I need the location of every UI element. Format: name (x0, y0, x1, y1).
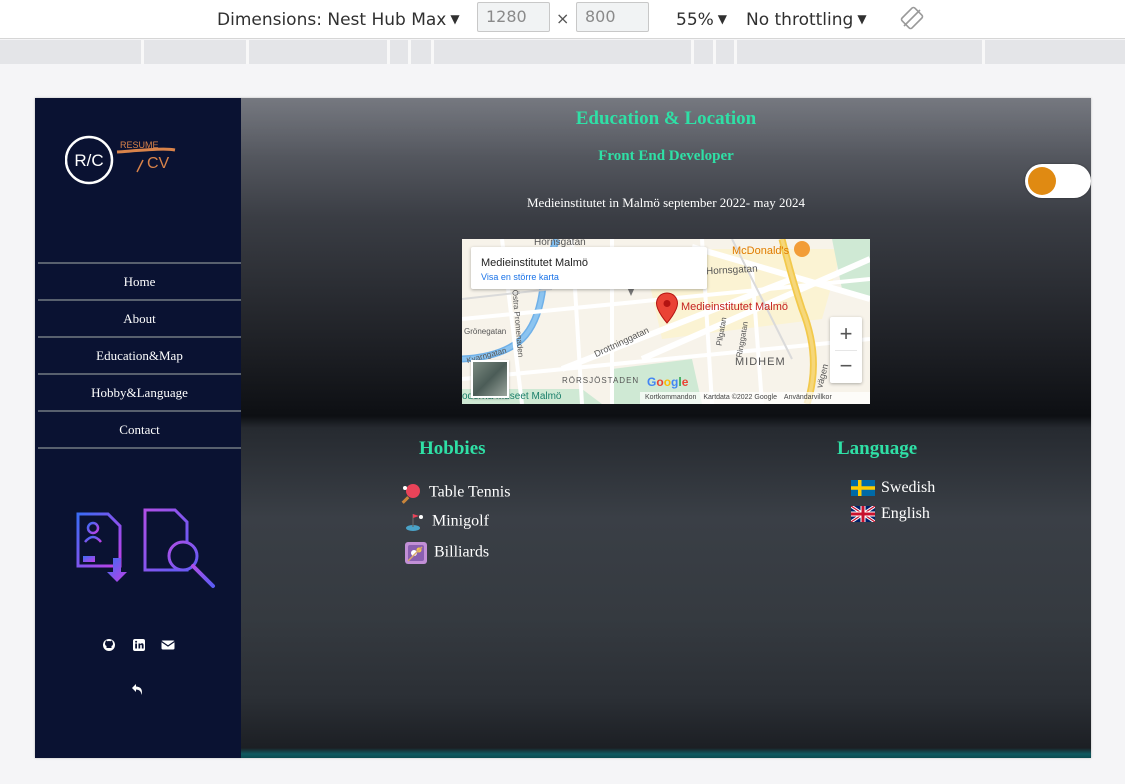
sweden-flag-icon (851, 480, 875, 497)
throttling-label: No throttling (746, 10, 854, 30)
map-data-credit: Kartdata ©2022 Google (703, 394, 777, 401)
language-label: Swedish (881, 479, 936, 496)
main-content: Education & Location Front End Developer… (241, 98, 1091, 758)
devtools-toolbar: Dimensions: Nest Hub Max ▼ 1280 × 800 55%… (0, 0, 1125, 39)
map-terms-link[interactable]: Användarvillkor (784, 394, 832, 401)
minigolf-icon (406, 514, 423, 531)
google-logo-icon: Google (647, 375, 689, 389)
hobby-item: Minigolf (404, 511, 489, 533)
section-title: Education & Location (575, 108, 757, 129)
hobby-label: Minigolf (432, 512, 489, 530)
map-keyboard-shortcuts[interactable]: Kortkommandon (645, 394, 696, 401)
satellite-toggle[interactable] (471, 360, 509, 398)
education-text: Medieinstitutet in Malmö september 2022-… (526, 195, 805, 210)
resume-illustration (76, 508, 215, 588)
table-tennis-icon (401, 484, 420, 504)
nav-about[interactable]: About (38, 299, 241, 336)
caret-down-icon: ▼ (450, 12, 460, 26)
times-sign: × (556, 9, 570, 28)
rotate-icon[interactable] (900, 6, 924, 30)
height-input[interactable]: 800 (576, 2, 649, 32)
svg-text:CV: CV (147, 155, 170, 172)
nav-hobby-language[interactable]: Hobby&Language (38, 373, 241, 410)
linkedin-icon[interactable] (131, 637, 147, 653)
job-title: Front End Developer (598, 148, 734, 164)
zoom-dropdown[interactable]: 55% ▼ (676, 8, 727, 31)
google-map[interactable]: Hornsgatan Hornsgatan McDonald's Grönega… (462, 239, 870, 404)
zoom-in-button[interactable]: + (830, 317, 862, 350)
map-pin-icon[interactable] (655, 292, 679, 324)
map-label-midhem: MIDHEM (735, 356, 786, 368)
github-icon[interactable] (101, 637, 117, 653)
width-input[interactable]: 1280 (477, 2, 550, 32)
media-query-ruler (0, 40, 1125, 64)
language-title: Language (837, 438, 918, 459)
uk-flag-icon (851, 506, 875, 523)
language-item: English (851, 505, 930, 523)
caret-down-icon: ▼ (717, 12, 728, 26)
nav-education-map[interactable]: Education&Map (38, 336, 241, 373)
map-label-gronegatan: Grönegatan (464, 327, 507, 336)
email-icon[interactable] (160, 637, 176, 653)
device-dimensions-dropdown[interactable]: Dimensions: Nest Hub Max ▼ (217, 8, 460, 31)
sidebar: R/C RESUME CV Home About Education&Map H… (35, 98, 241, 758)
nav-contact[interactable]: Contact (38, 410, 241, 449)
hobby-item: Billiards (404, 541, 489, 565)
map-zoom-controls: + − (830, 317, 862, 383)
back-arrow-icon[interactable] (130, 681, 146, 697)
billiards-icon (405, 542, 427, 564)
zoom-label: 55% (676, 10, 714, 30)
emulated-page: R/C RESUME CV Home About Education&Map H… (35, 98, 1091, 758)
social-links (101, 637, 181, 653)
map-place-title: Medieinstitutet Malmö (481, 257, 588, 269)
throttling-dropdown[interactable]: No throttling ▼ (746, 8, 867, 31)
map-place-card: Medieinstitutet Malmö Visa en större kar… (471, 247, 707, 289)
toggle-knob (1028, 167, 1056, 195)
map-footer: Kortkommandon Kartdata ©2022 Google Anvä… (640, 392, 870, 404)
map-pin-label: Medieinstitutet Malmö (681, 301, 788, 313)
resume-cv-logo: R/C RESUME CV (65, 135, 176, 185)
map-label-mcdonalds: McDonald's (732, 245, 790, 257)
nav-home[interactable]: Home (38, 262, 241, 299)
language-label: English (881, 505, 930, 522)
svg-text:Google: Google (647, 375, 689, 389)
theme-toggle[interactable] (1025, 164, 1091, 198)
caret-down-icon: ▼ (857, 12, 867, 26)
svg-text:R/C: R/C (74, 151, 103, 170)
hobbies-title: Hobbies (419, 438, 486, 459)
hobby-label: Table Tennis (429, 483, 511, 501)
map-label-rorsjostaden: RÖRSJÖSTADEN (562, 376, 640, 385)
hobby-label: Billiards (434, 543, 490, 561)
hobby-item: Table Tennis (401, 482, 510, 504)
zoom-out-button[interactable]: − (830, 351, 862, 383)
device-dimensions-label: Dimensions: Nest Hub Max (217, 10, 447, 30)
language-item: Swedish (851, 479, 935, 497)
map-larger-link[interactable]: Visa en större karta (481, 272, 559, 282)
sidebar-nav: Home About Education&Map Hobby&Language … (38, 262, 241, 449)
